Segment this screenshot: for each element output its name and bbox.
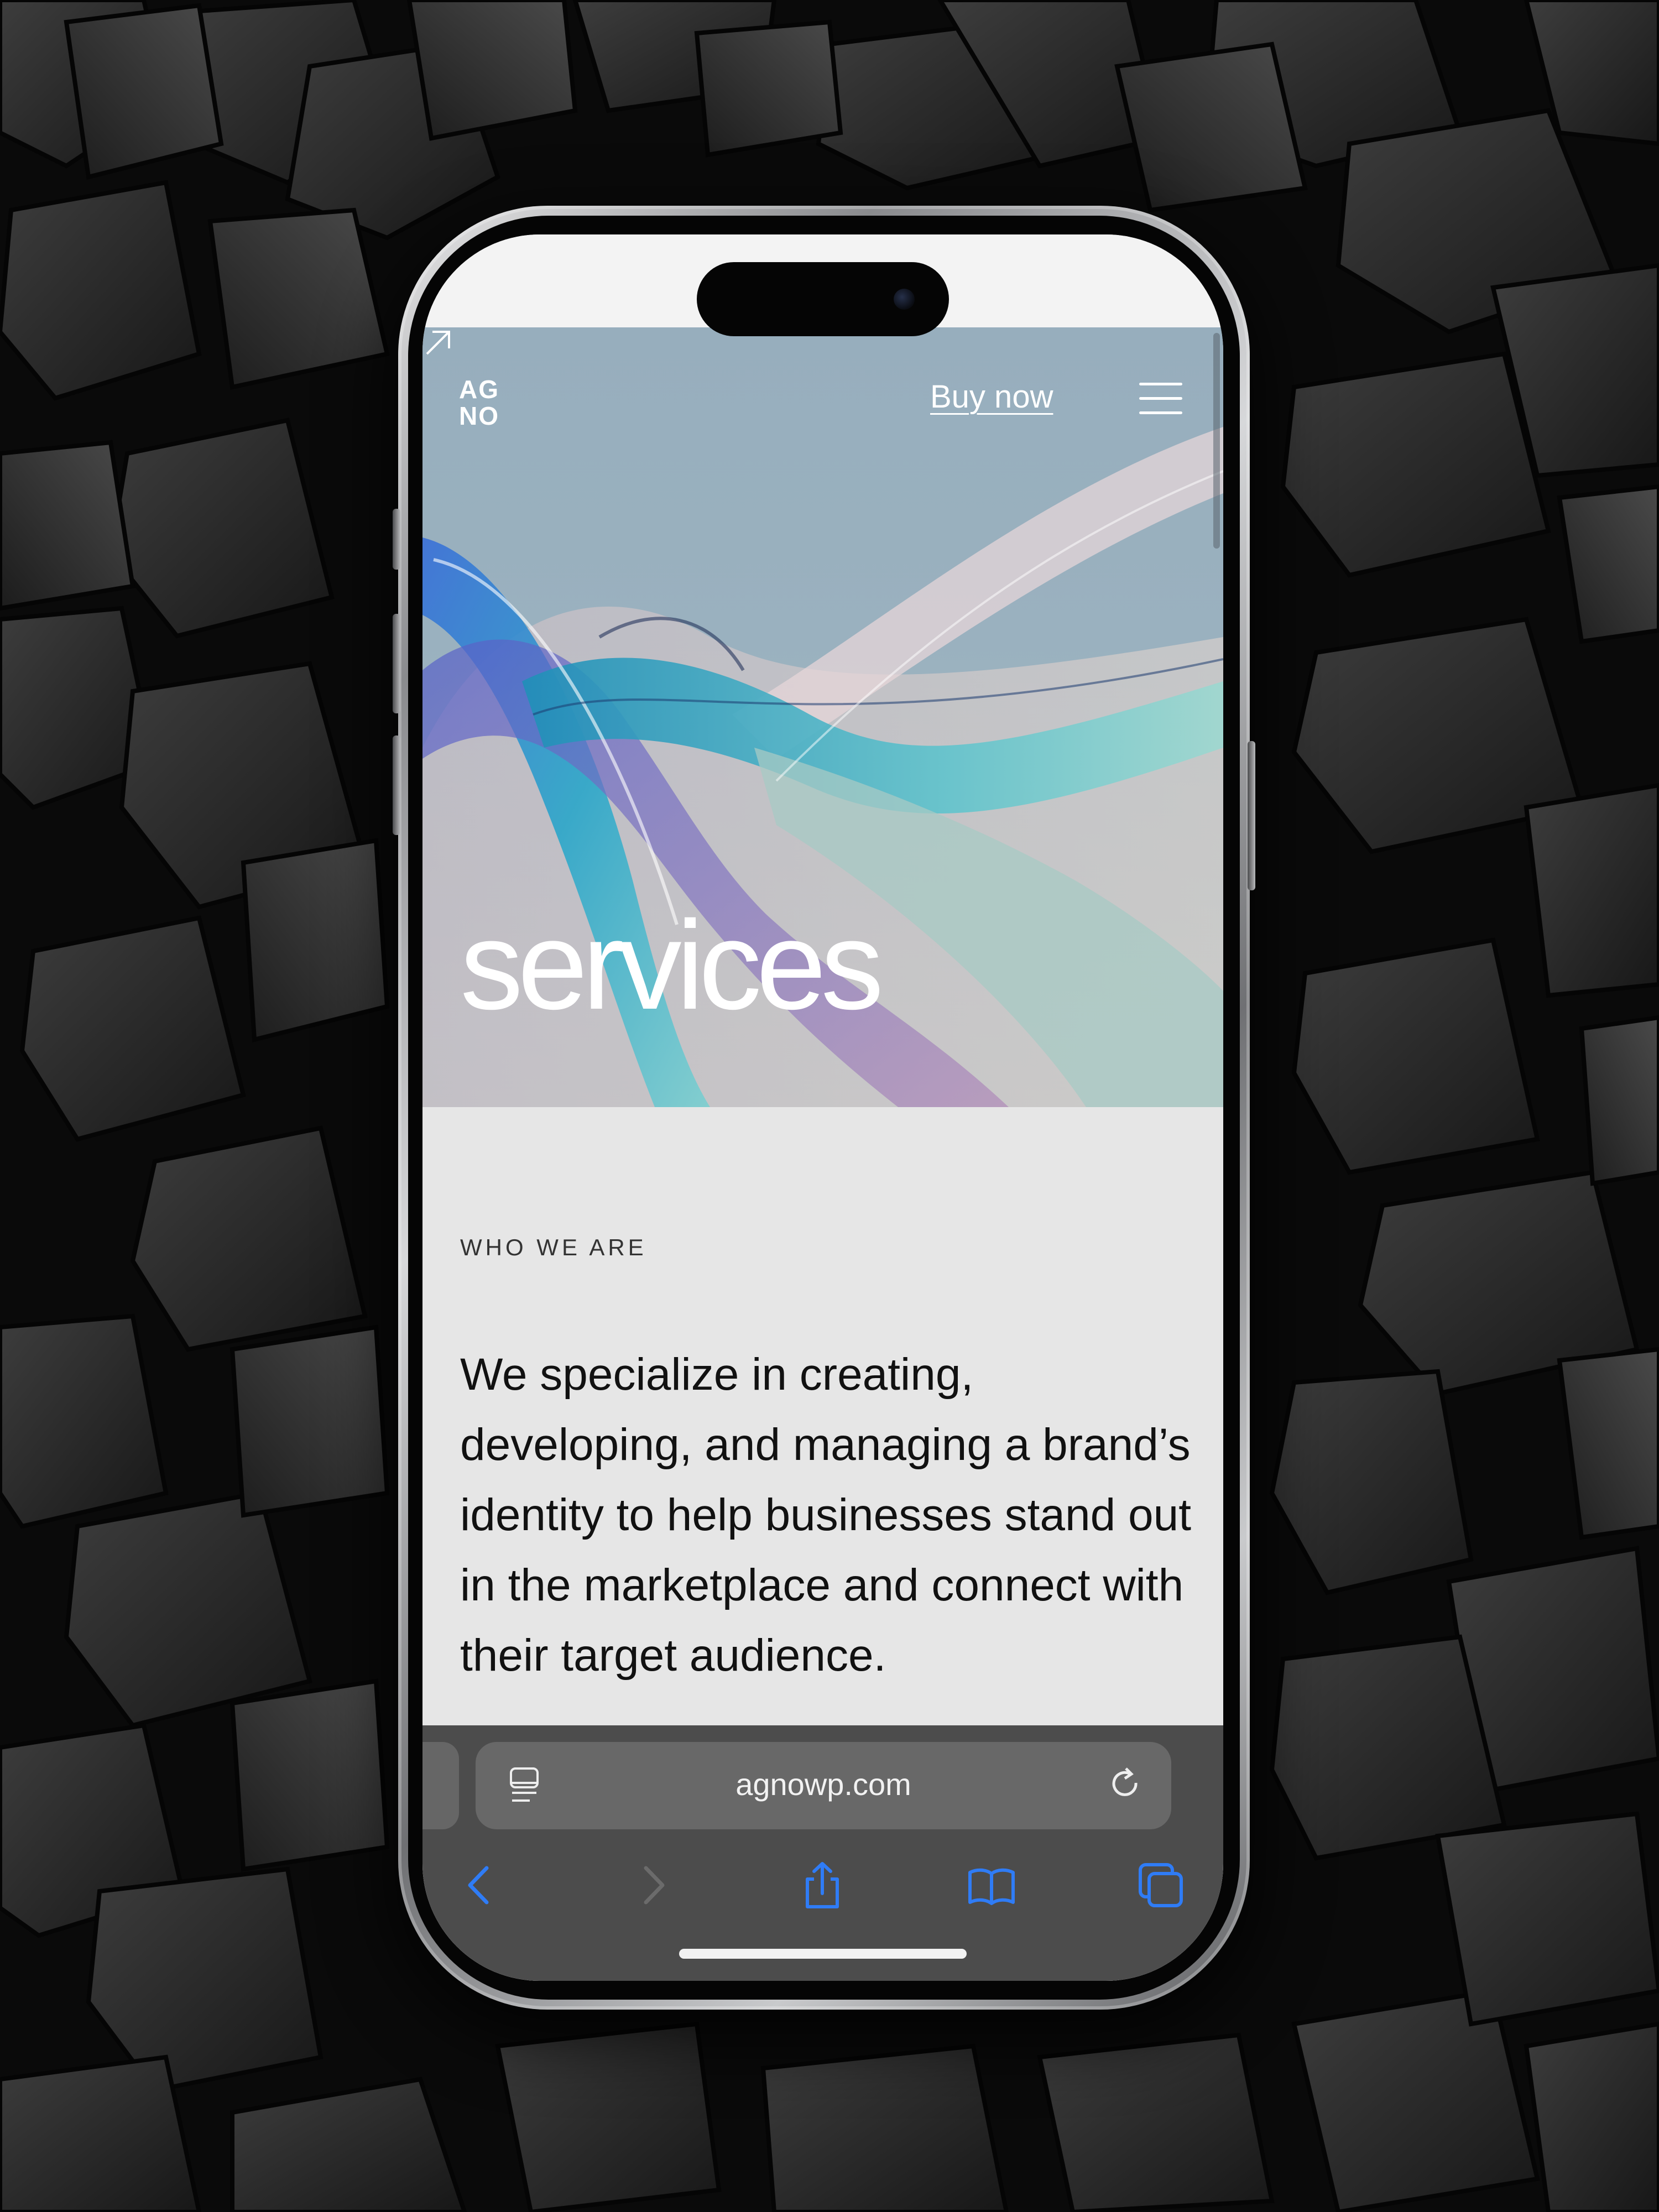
- reload-icon[interactable]: [1107, 1766, 1144, 1803]
- share-icon[interactable]: [797, 1860, 847, 1910]
- arrow-up-right-icon[interactable]: [422, 327, 453, 358]
- hero-title: services: [460, 895, 884, 1036]
- previous-tab-preview[interactable]: [422, 1742, 459, 1829]
- scrollbar[interactable]: [1213, 333, 1220, 549]
- back-icon[interactable]: [456, 1860, 505, 1910]
- front-camera: [894, 289, 915, 310]
- bookmarks-icon[interactable]: [967, 1860, 1016, 1910]
- hamburger-menu-icon[interactable]: [1139, 383, 1182, 415]
- power-button: [1248, 741, 1255, 890]
- home-indicator[interactable]: [679, 1949, 967, 1959]
- agno-logo[interactable]: AG NO: [459, 376, 499, 429]
- tabs-icon[interactable]: [1136, 1860, 1186, 1910]
- logo-line-1: AG: [459, 375, 499, 404]
- forward-icon[interactable]: [627, 1860, 677, 1910]
- url-text[interactable]: agnowp.com: [476, 1766, 1171, 1802]
- section-eyebrow: WHO WE ARE: [460, 1234, 647, 1260]
- volume-down-button: [393, 735, 400, 835]
- address-bar[interactable]: agnowp.com: [476, 1742, 1171, 1829]
- dynamic-island: [697, 262, 949, 336]
- volume-up-button: [393, 614, 400, 713]
- section-body-text: We specialize in creating, developing, a…: [460, 1349, 1191, 1681]
- logo-line-2: NO: [459, 401, 499, 430]
- action-button: [393, 509, 400, 570]
- phone-screen: AG NO Buy now services WHO WE ARE We spe…: [422, 234, 1223, 1981]
- browser-bottom-bar: agnowp.com: [422, 1725, 1223, 1981]
- buy-now-link[interactable]: Buy now: [930, 378, 1053, 415]
- hero-section: AG NO Buy now services: [422, 327, 1223, 1107]
